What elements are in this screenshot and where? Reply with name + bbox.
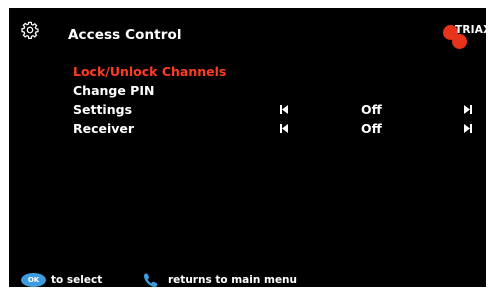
select-hint: to select: [51, 274, 103, 286]
receiver-value: Off: [361, 121, 382, 136]
skip-next-icon[interactable]: [464, 105, 472, 114]
settings-value: Off: [361, 102, 382, 117]
brand-logo: TRIAX: [443, 21, 486, 51]
help-bar: OK to select returns to main menu: [21, 272, 441, 287]
back-hint: returns to main menu: [168, 274, 298, 286]
tv-screen: Access Control TRIAX Lock/Unlock Channel…: [9, 8, 486, 287]
brand-name: TRIAX: [455, 24, 486, 36]
menu-item-label: Settings: [73, 102, 133, 117]
page-title: Access Control: [68, 27, 182, 43]
phone-handset-icon: [144, 273, 158, 287]
gear-icon: [21, 21, 39, 39]
menu-item-label: Change PIN: [73, 83, 155, 98]
skip-previous-icon[interactable]: [280, 105, 288, 114]
menu-item-label: Receiver: [73, 121, 135, 136]
skip-next-icon[interactable]: [464, 124, 472, 133]
skip-previous-icon[interactable]: [280, 124, 288, 133]
menu-item-label: Lock/Unlock Channels: [73, 64, 227, 79]
ok-button-icon: OK: [21, 273, 46, 287]
